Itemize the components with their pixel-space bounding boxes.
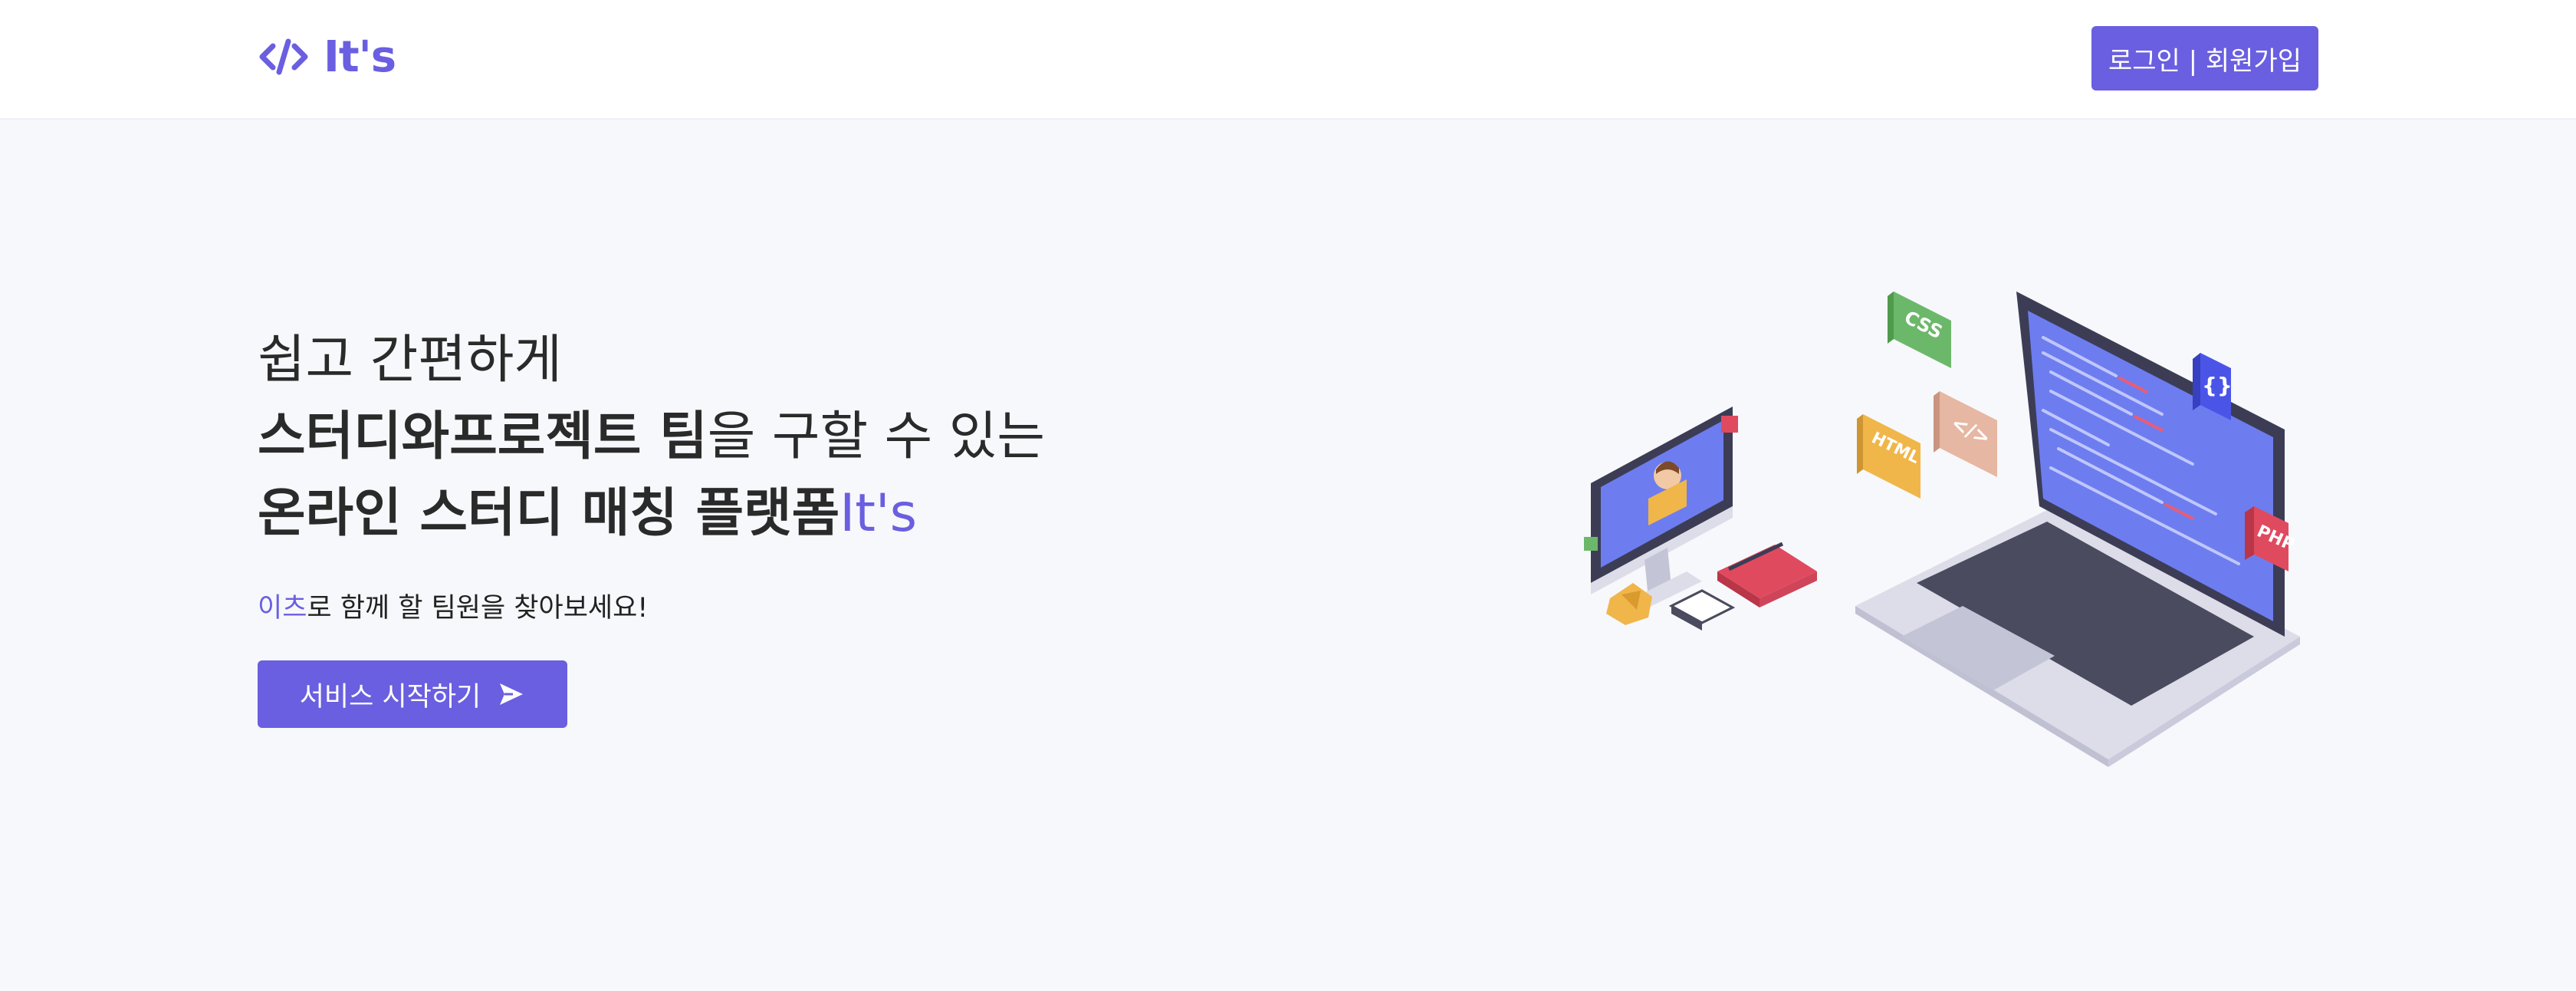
hero-illustration: PHP {} CSS HTML </> bbox=[1584, 291, 2300, 767]
headline-line-3: 온라인 스터디 매칭 플랫폼It's bbox=[258, 476, 1331, 552]
subtitle-brand: 이츠 bbox=[258, 593, 307, 624]
headline-line-2: 스터디와프로젝트 팀을 구할 수 있는 bbox=[258, 399, 1331, 476]
hero-section: 쉽고 간편하게 스터디와프로젝트 팀을 구할 수 있는 온라인 스터디 매칭 플… bbox=[258, 322, 1331, 728]
logo[interactable]: It's bbox=[258, 26, 396, 87]
paper-ball-illustration bbox=[1606, 583, 1652, 625]
css-badge: CSS bbox=[1888, 291, 1951, 368]
headline-line-2-rest: 을 구할 수 있는 bbox=[707, 407, 1045, 467]
subtitle-text: 로 함께 할 팀원을 찾아보세요! bbox=[307, 593, 649, 624]
headline-brand: It's bbox=[840, 483, 918, 544]
top-header: It's 로그인 | 회원가입 bbox=[0, 0, 2576, 120]
code-brackets-icon bbox=[259, 38, 308, 75]
logo-text: It's bbox=[324, 31, 396, 82]
notebook-illustration bbox=[1717, 542, 1817, 607]
headline-line-2-bold: 스터디와프로젝트 팀 bbox=[258, 407, 708, 467]
start-service-button[interactable]: 서비스 시작하기 bbox=[258, 660, 567, 728]
headline-line-3-bold: 온라인 스터디 매칭 플랫폼 bbox=[258, 483, 840, 544]
html-badge: HTML bbox=[1857, 414, 1923, 499]
login-signup-button[interactable]: 로그인 | 회원가입 bbox=[2091, 26, 2318, 91]
send-icon bbox=[500, 683, 524, 705]
headline-line-1: 쉽고 간편하게 bbox=[258, 330, 562, 390]
start-service-label: 서비스 시작하기 bbox=[299, 681, 481, 713]
code-badge: </> bbox=[1934, 391, 1997, 477]
laptop-illustration bbox=[1855, 291, 2300, 767]
braces-badge-label: {} bbox=[2202, 373, 2233, 398]
monitor-illustration bbox=[1584, 407, 1738, 607]
hero-subtitle: 이츠로 함께 할 팀원을 찾아보세요! bbox=[258, 586, 1331, 625]
hero-headline: 쉽고 간편하게 스터디와프로젝트 팀을 구할 수 있는 온라인 스터디 매칭 플… bbox=[258, 322, 1331, 552]
notepad-illustration bbox=[1668, 589, 1736, 630]
